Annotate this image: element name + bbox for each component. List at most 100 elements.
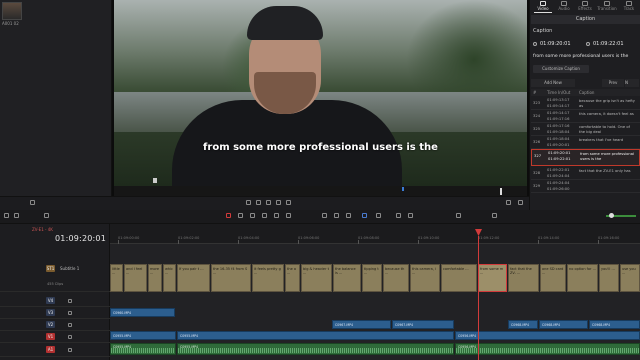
zoom-in-icon[interactable] xyxy=(492,213,497,218)
stop-icon[interactable] xyxy=(246,200,251,205)
snapping-icon[interactable] xyxy=(322,213,327,218)
subtitle-clip[interactable]: big & heavier t ... xyxy=(301,264,332,292)
scrub-marker[interactable] xyxy=(402,187,404,191)
add-new-button[interactable]: Add New xyxy=(531,79,575,87)
customize-caption-button[interactable]: Customize Caption xyxy=(533,65,589,73)
video-clip[interactable]: C0960.MP4 xyxy=(110,308,175,317)
track-header-a1[interactable]: A1 xyxy=(0,343,110,357)
fullscreen-icon[interactable] xyxy=(506,200,511,205)
insert-icon[interactable] xyxy=(262,213,267,218)
clip-thumbnail[interactable] xyxy=(2,2,22,20)
video-clip[interactable]: C0955.MP4 xyxy=(177,331,454,340)
track-header-v4[interactable]: V4 xyxy=(0,295,110,307)
subtitle-clip[interactable]: the 16-35 f4 from S ... xyxy=(211,264,251,292)
video-frame[interactable]: from some more professional users is the xyxy=(114,0,527,186)
subtitle-clip[interactable]: whic ... xyxy=(163,264,176,292)
volume-knob[interactable] xyxy=(609,213,614,218)
next-frame-icon[interactable] xyxy=(276,200,281,205)
safe-area-icon[interactable] xyxy=(153,178,157,183)
subtitle-clip[interactable]: the balance is ... xyxy=(333,264,361,292)
link-icon[interactable] xyxy=(334,213,339,218)
video-clip[interactable]: C0968.MP4 xyxy=(589,320,640,329)
subtitle-clip[interactable]: little ... xyxy=(110,264,123,292)
loop-icon[interactable] xyxy=(286,200,291,205)
subtitle-clip[interactable]: more ... xyxy=(148,264,162,292)
tab-video[interactable]: Video xyxy=(534,0,552,12)
audio-clip[interactable]: C0955.MP4 xyxy=(110,343,176,355)
caption-row[interactable]: 323 01:09:13:17 01:09:14:17 because the gri… xyxy=(531,97,640,110)
play-icon[interactable] xyxy=(266,200,271,205)
subtitle-clip[interactable]: because th ... xyxy=(383,264,409,292)
video-clip[interactable]: C0968.MP4 xyxy=(508,320,538,329)
blade-tool-icon[interactable] xyxy=(250,213,255,218)
selection-tool-icon[interactable] xyxy=(226,213,231,218)
list-icon[interactable] xyxy=(14,213,19,218)
audio-clip[interactable]: C0955.MP4 xyxy=(177,343,454,355)
video-clip[interactable]: C0956.MP4 xyxy=(455,331,640,340)
zoom-out-icon[interactable] xyxy=(456,213,461,218)
zoom-detail-icon[interactable] xyxy=(408,213,413,218)
playhead-line[interactable] xyxy=(478,236,479,360)
position-lock-icon[interactable] xyxy=(346,213,351,218)
subtitle-clip[interactable]: and I feel ... xyxy=(124,264,147,292)
subtitle-clip[interactable]: this camera, i ... xyxy=(410,264,440,292)
subtitle-clip[interactable]: you'll ... xyxy=(599,264,619,292)
caption-section-header[interactable]: Caption xyxy=(531,15,640,24)
caption-row[interactable]: 325 01:09:17:16 01:09:18:04 comfortable to … xyxy=(531,123,640,136)
overwrite-icon[interactable] xyxy=(274,213,279,218)
playhead-marker[interactable] xyxy=(500,188,502,195)
timeline-ruler[interactable] xyxy=(110,224,640,244)
caption-row[interactable]: 329 01:09:24:04 01:09:26:00 xyxy=(531,180,640,193)
prev-frame-icon[interactable] xyxy=(256,200,261,205)
timeline-timecode[interactable]: 01:09:20:01 xyxy=(55,234,106,243)
lock-icon[interactable] xyxy=(68,323,72,327)
caption-row[interactable]: 326 01:09:18:04 01:09:20:01 breakers that I… xyxy=(531,136,640,149)
track-header-v1[interactable]: V1 xyxy=(0,331,110,343)
subtitle-clip[interactable]: tipping t ... xyxy=(362,264,382,292)
subtitle-clip[interactable]: fact that the ZV- ... xyxy=(508,264,539,292)
marker-icon[interactable] xyxy=(376,213,381,218)
video-clip[interactable]: C0967.MP4 xyxy=(332,320,391,329)
viewer-scrub-bar[interactable] xyxy=(114,186,527,196)
caption-text-input[interactable]: from some more professional users is the xyxy=(533,52,637,61)
gear-icon[interactable] xyxy=(30,200,35,205)
timeline-view-icon[interactable] xyxy=(44,213,49,218)
track-header-v3[interactable]: V3 xyxy=(0,307,110,319)
lock-icon[interactable] xyxy=(68,311,72,315)
prev-button[interactable]: Prev xyxy=(602,79,624,87)
video-clip[interactable]: C0968.MP4 xyxy=(539,320,588,329)
start-timecode-field[interactable]: 01:09:20:01 xyxy=(533,40,571,48)
audio-clip[interactable]: C0956.MP4 xyxy=(455,343,640,355)
end-timecode-field[interactable]: 01:09:22:01 xyxy=(586,40,624,48)
subtitle-clip[interactable]: If you pair t ... xyxy=(177,264,210,292)
tab-track[interactable]: Track xyxy=(620,0,638,12)
video-clip[interactable]: C0967.MP4 xyxy=(392,320,454,329)
subtitle-clip[interactable]: the a ... xyxy=(285,264,300,292)
trim-tool-icon[interactable] xyxy=(238,213,243,218)
flag-icon[interactable] xyxy=(362,213,367,218)
track-header-v2[interactable]: V2 xyxy=(0,319,110,331)
replace-icon[interactable] xyxy=(286,213,291,218)
subtitle-clip[interactable]: comfortable ... xyxy=(441,264,477,292)
zoom-full-icon[interactable] xyxy=(396,213,401,218)
track-header-st1[interactable]: ST1 Subtitle 1 455 Clips xyxy=(0,262,110,292)
subtitle-clip[interactable]: one SD card ... xyxy=(540,264,566,292)
caption-row[interactable]: 328 01:09:22:01 01:09:24:04 fact that the Z… xyxy=(531,167,640,180)
lock-icon[interactable] xyxy=(68,348,72,352)
next-button[interactable]: N xyxy=(625,79,639,87)
tab-transition[interactable]: Transition xyxy=(596,0,618,12)
subtitle-clip-selected[interactable]: from some m ... xyxy=(478,264,507,292)
tab-audio[interactable]: Audio xyxy=(555,0,573,12)
timeline-name[interactable]: ZV-E1 - 4K xyxy=(32,227,53,232)
layout-icon[interactable] xyxy=(4,213,9,218)
subtitle-clip[interactable]: use you ... xyxy=(620,264,640,292)
video-clip[interactable]: C0955.MP4 xyxy=(110,331,176,340)
lock-icon[interactable] xyxy=(68,335,72,339)
lock-icon[interactable] xyxy=(68,299,72,303)
speaker-icon[interactable] xyxy=(518,200,523,205)
subtitle-clip[interactable]: no option for ... xyxy=(567,264,598,292)
caption-row-selected[interactable]: 327 01:09:20:01 01:09:22:01 from some more … xyxy=(531,149,640,166)
caption-row[interactable]: 324 01:09:14:17 01:09:17:16 this camera, it… xyxy=(531,110,640,123)
tab-effects[interactable]: Effects xyxy=(576,0,594,12)
subtitle-clip[interactable]: it feels pretty g ... xyxy=(252,264,284,292)
